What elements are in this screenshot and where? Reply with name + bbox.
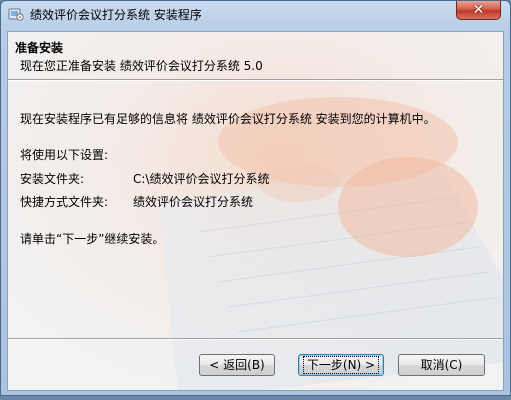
next-button-label: 下一步(N) >: [302, 356, 380, 374]
close-icon: ✕: [472, 2, 485, 18]
shortcut-folder-value: 绩效评价会议打分系统: [133, 195, 254, 209]
close-button[interactable]: ✕: [456, 1, 501, 20]
intro-text: 现在安装程序已有足够的信息将 绩效评价会议打分系统 安装到您的计算机中。: [20, 112, 436, 126]
button-area-divider: [8, 338, 503, 340]
settings-heading: 将使用以下设置:: [20, 148, 109, 162]
installer-window: 绩效评价会议打分系统 安装程序 ✕ 准备安装 现在您正准备安装 绩效评价会议打分…: [0, 0, 511, 396]
install-folder-label: 安装文件夹:: [20, 172, 85, 186]
header-divider: [8, 79, 503, 81]
next-button[interactable]: 下一步(N) >: [298, 354, 384, 376]
window-title: 绩效评价会议打分系统 安装程序: [30, 8, 202, 22]
setup-app-icon: [8, 8, 24, 21]
shortcut-folder-label: 快捷方式文件夹:: [20, 195, 109, 209]
title-bar[interactable]: 绩效评价会议打分系统 安装程序 ✕: [1, 1, 510, 27]
header-title: 准备安装: [15, 41, 64, 55]
install-folder-value: C:\绩效评价会议打分系统: [133, 172, 270, 186]
cancel-button[interactable]: 取消(C): [398, 354, 485, 376]
back-button[interactable]: < 返回(B): [199, 354, 275, 376]
dialog-header: 准备安装 现在您正准备安装 绩效评价会议打分系统 5.0: [8, 32, 503, 78]
instruction-text: 请单击“下一步”继续安装。: [20, 232, 165, 246]
dialog-client-area: 准备安装 现在您正准备安装 绩效评价会议打分系统 5.0 现在安装程序已有足够的…: [7, 31, 504, 391]
header-subtitle: 现在您正准备安装 绩效评价会议打分系统 5.0: [20, 59, 263, 73]
